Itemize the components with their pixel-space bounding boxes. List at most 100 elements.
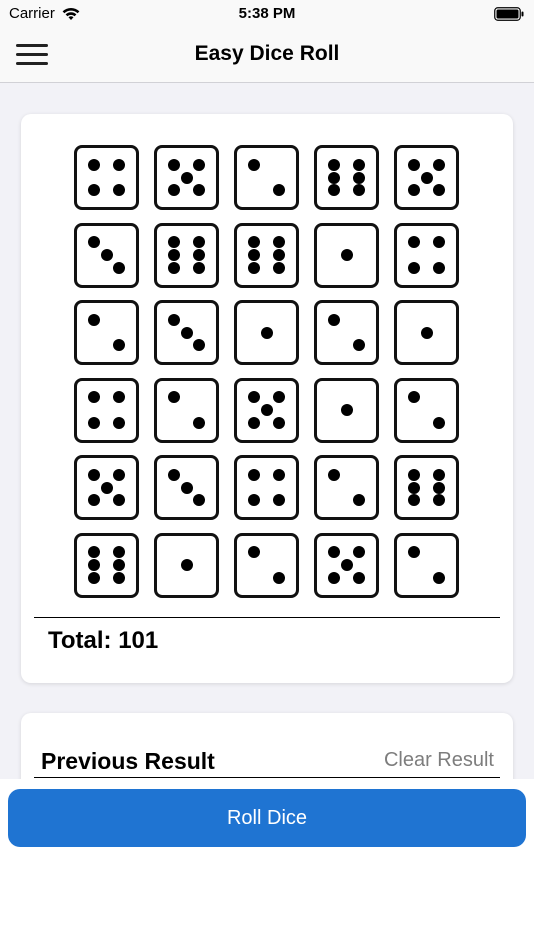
die-pip — [273, 249, 286, 261]
die-pip — [433, 158, 446, 171]
roll-dice-button[interactable]: Roll Dice — [8, 789, 526, 847]
die-pip — [167, 184, 180, 197]
die-pip — [327, 468, 340, 481]
die-pip — [353, 171, 366, 184]
die-pip — [433, 571, 446, 584]
die-pip — [340, 249, 353, 261]
die-pip — [247, 391, 260, 404]
die-pip — [87, 546, 100, 559]
die-pip — [340, 404, 353, 416]
die-pip — [407, 236, 420, 249]
die-pip — [247, 494, 260, 507]
die-15 — [394, 300, 459, 365]
die-pip — [87, 416, 100, 429]
die-pip — [87, 391, 100, 404]
die-pip — [193, 249, 206, 261]
die-pip — [273, 391, 286, 404]
die-pip — [113, 416, 126, 429]
die-8 — [234, 222, 299, 288]
die-28 — [234, 532, 299, 598]
die-19 — [314, 377, 379, 443]
die-pip — [433, 468, 446, 481]
die-pip — [260, 404, 273, 416]
die-pip — [353, 546, 366, 559]
die-27 — [154, 532, 219, 598]
die-16 — [74, 377, 139, 443]
die-pip — [327, 546, 340, 559]
die-pip — [433, 481, 446, 494]
die-5 — [394, 145, 459, 210]
die-11 — [74, 300, 139, 365]
die-pip — [193, 184, 206, 197]
die-pip — [180, 326, 193, 339]
die-pip — [87, 184, 100, 197]
die-pip — [420, 171, 433, 184]
die-pip — [247, 236, 260, 249]
die-pip — [273, 184, 286, 197]
die-pip — [327, 571, 340, 584]
die-2 — [154, 145, 219, 210]
die-pip — [167, 261, 180, 274]
die-pip — [353, 494, 366, 507]
die-pip — [87, 158, 100, 171]
die-pip — [193, 339, 206, 352]
die-4 — [314, 145, 379, 210]
die-pip — [167, 313, 180, 326]
previous-result-label: Previous Result — [41, 748, 215, 774]
die-pip — [100, 481, 113, 494]
die-pip — [420, 326, 433, 339]
page-title: Easy Dice Roll — [194, 42, 340, 65]
die-pip — [193, 494, 206, 507]
die-pip — [87, 236, 100, 249]
die-pip — [193, 158, 206, 171]
die-pip — [167, 236, 180, 249]
die-pip — [407, 391, 420, 404]
die-pip — [247, 261, 260, 274]
die-25 — [394, 455, 459, 520]
die-pip — [433, 261, 446, 274]
die-pip — [433, 184, 446, 197]
die-3 — [234, 145, 299, 210]
die-pip — [193, 416, 206, 429]
die-pip — [407, 261, 420, 274]
die-pip — [407, 158, 420, 171]
die-pip — [113, 559, 126, 571]
battery-icon — [494, 7, 524, 21]
die-10 — [394, 222, 459, 288]
die-pip — [113, 339, 126, 352]
die-23 — [234, 455, 299, 520]
divider — [34, 777, 500, 778]
die-pip — [327, 158, 340, 171]
die-pip — [113, 158, 126, 171]
die-pip — [273, 261, 286, 274]
die-pip — [340, 559, 353, 571]
status-bar: Carrier 5:38 PM — [0, 0, 534, 28]
die-pip — [180, 171, 193, 184]
die-pip — [327, 313, 340, 326]
die-pip — [353, 339, 366, 352]
die-pip — [247, 546, 260, 559]
die-pip — [273, 494, 286, 507]
die-pip — [180, 559, 193, 571]
clear-result-button[interactable]: Clear Result — [384, 749, 494, 772]
die-22 — [154, 455, 219, 520]
navigation-bar: Easy Dice Roll — [0, 28, 534, 83]
die-pip — [113, 261, 126, 274]
die-9 — [314, 222, 379, 288]
die-pip — [100, 249, 113, 261]
die-21 — [74, 455, 139, 520]
die-pip — [273, 571, 286, 584]
die-24 — [314, 455, 379, 520]
die-pip — [433, 416, 446, 429]
die-pip — [87, 571, 100, 584]
die-pip — [273, 236, 286, 249]
divider — [34, 617, 500, 618]
die-pip — [353, 571, 366, 584]
die-pip — [87, 313, 100, 326]
die-pip — [113, 468, 126, 481]
die-26 — [74, 532, 139, 598]
die-pip — [407, 494, 420, 507]
status-time: 5:38 PM — [238, 5, 296, 22]
die-pip — [407, 546, 420, 559]
die-pip — [167, 249, 180, 261]
